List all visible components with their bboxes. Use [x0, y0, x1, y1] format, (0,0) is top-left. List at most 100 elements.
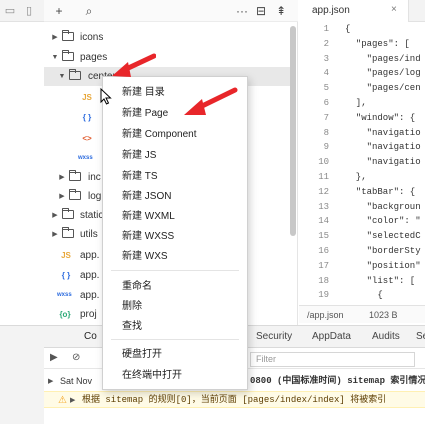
editor-status-bar: /app.json 1023 B	[299, 305, 425, 323]
code-line: "navigatio	[345, 142, 421, 153]
code-line: "color": "	[345, 216, 421, 227]
tree-item-label: icons	[80, 32, 104, 43]
line-number: 12	[318, 186, 329, 197]
context-menu: 新建 目录 新建 Page 新建 Component 新建 JS 新建 TS 新建 JSO…	[102, 76, 248, 390]
menu-item-new-wxss[interactable]: 新建 WXSS	[103, 227, 247, 247]
annotation-arrow-icon	[184, 87, 238, 115]
chevron-right-icon[interactable]: ▶	[48, 373, 53, 390]
chevron-right-icon[interactable]: ▶	[51, 225, 59, 244]
tab-console[interactable]: Co	[84, 331, 97, 342]
sidebar-toggle-icon[interactable]: ▶	[50, 352, 58, 363]
menu-item-new-json[interactable]: 新建 JSON	[103, 187, 247, 207]
chevron-right-icon[interactable]: ▶	[51, 28, 59, 47]
menu-item-find[interactable]: 查找	[103, 317, 247, 337]
code-line: "navigatio	[345, 127, 421, 138]
menu-item-new-component[interactable]: 新建 Component	[103, 125, 247, 145]
chevron-down-icon[interactable]: ▼	[51, 48, 59, 67]
line-number: 8	[323, 127, 329, 138]
code-line: {	[345, 290, 383, 301]
code-line: "navigatio	[345, 157, 421, 168]
line-number: 11	[318, 172, 329, 182]
split-view-icon[interactable]: ⊟	[254, 3, 268, 19]
explorer-scrollbar[interactable]	[290, 26, 296, 236]
log-message: 0800 (中国标准时间) sitemap 索引情况提	[250, 376, 425, 386]
file-path: /app.json	[307, 310, 344, 320]
code-line: "pages/log	[345, 68, 421, 79]
line-number: 1	[323, 24, 329, 34]
line-number: 5	[323, 83, 329, 94]
chevron-down-icon[interactable]: ▼	[58, 67, 66, 86]
warning-icon: ⚠	[58, 395, 67, 406]
menu-item-rename[interactable]: 重命名	[103, 277, 247, 297]
line-number: 17	[318, 260, 329, 271]
code-line: "pages/ind	[345, 53, 421, 64]
files-icon[interactable]: ▭	[3, 4, 17, 18]
tab-appdata[interactable]: AppData	[312, 331, 351, 342]
menu-item-delete[interactable]: 删除	[103, 297, 247, 317]
menu-item-new-wxml[interactable]: 新建 WXML	[103, 207, 247, 227]
folder-open-icon	[61, 48, 75, 67]
panel-icon[interactable]: ▯	[22, 4, 36, 18]
warning-message: 根据 sitemap 的规则[0]，当前页面 [pages/index/inde…	[82, 395, 387, 405]
tab-audits[interactable]: Audits	[372, 331, 400, 342]
code-line: "window": {	[345, 112, 416, 123]
code-area[interactable]: 1{2 "pages": [3 "pages/ind 4 "pages/log 5 …	[299, 22, 425, 302]
collapse-all-icon[interactable]: ⇞	[274, 3, 288, 19]
line-number: 4	[323, 68, 329, 79]
search-icon[interactable]: ⌕	[82, 3, 96, 19]
more-options-icon[interactable]: ···	[232, 3, 252, 19]
line-number: 6	[323, 98, 329, 108]
chevron-right-icon[interactable]: ▶	[58, 168, 66, 187]
menu-item-new-wxs[interactable]: 新建 WXS	[103, 247, 247, 267]
tree-item-icons[interactable]: ▶ icons	[44, 28, 292, 47]
tab-label: app.json	[312, 5, 350, 16]
menu-item-open-in-disk[interactable]: 硬盘打开	[103, 345, 247, 365]
code-line: "backgroun	[345, 201, 421, 212]
code-line: "tabBar": {	[345, 186, 416, 197]
json-file-icon: { }	[61, 271, 71, 280]
menu-item-new-js[interactable]: 新建 JS	[103, 146, 247, 166]
explorer-toolbar: + ⌕ ··· ⊟ ⇞	[44, 0, 298, 22]
editor-tab-bar: app.json ×	[299, 0, 425, 22]
js-file-icon: JS	[82, 93, 92, 102]
tab-sensor[interactable]: Se	[416, 331, 425, 342]
config-file-icon: {o}	[59, 310, 71, 319]
tree-item-label: app.	[80, 290, 100, 301]
line-number: 19	[318, 290, 329, 301]
tab-app-json[interactable]: app.json ×	[299, 0, 409, 22]
code-line: "selectedC	[345, 231, 421, 242]
chevron-right-icon[interactable]: ▶	[58, 187, 66, 206]
line-number: 9	[323, 142, 329, 153]
tab-security[interactable]: Security	[256, 331, 292, 342]
tree-item-label: proj	[80, 309, 97, 320]
wxml-file-icon: <>	[82, 134, 92, 143]
add-file-icon[interactable]: +	[52, 3, 66, 19]
clear-console-icon[interactable]: ⊘	[72, 352, 80, 363]
json-file-icon: { }	[82, 113, 92, 122]
code-editor: app.json × 1 {2 "pages": [3 "pages/ind 4 "…	[299, 0, 425, 325]
code-line: "pages/cen	[345, 83, 421, 94]
tree-item-pages[interactable]: ▼ pages	[44, 48, 292, 67]
code-line: "list": [	[345, 275, 416, 286]
tree-item-label: utils	[80, 229, 98, 240]
tree-item-label: app.	[80, 270, 100, 281]
chevron-right-icon[interactable]: ▶	[70, 392, 75, 407]
folder-open-icon	[68, 67, 82, 86]
close-icon[interactable]: ×	[391, 4, 397, 15]
chevron-right-icon[interactable]: ▶	[51, 206, 59, 225]
folder-icon	[68, 187, 82, 206]
menu-item-new-ts[interactable]: 新建 TS	[103, 167, 247, 187]
folder-icon	[61, 225, 75, 244]
filter-input[interactable]: Filter	[250, 352, 415, 367]
annotation-arrow-icon	[112, 53, 156, 77]
menu-separator	[111, 339, 239, 340]
activity-bar-bottom	[0, 325, 44, 424]
menu-item-open-in-terminal[interactable]: 在终端中打开	[103, 366, 247, 386]
tree-item-label: log	[88, 191, 102, 202]
wxss-file-icon: wxss	[57, 292, 72, 298]
activity-bar: ▭ ▯	[0, 0, 44, 22]
line-number: 7	[323, 112, 329, 123]
mouse-cursor-icon	[100, 88, 112, 105]
line-number: 10	[318, 157, 329, 168]
line-number: 2	[323, 38, 329, 49]
